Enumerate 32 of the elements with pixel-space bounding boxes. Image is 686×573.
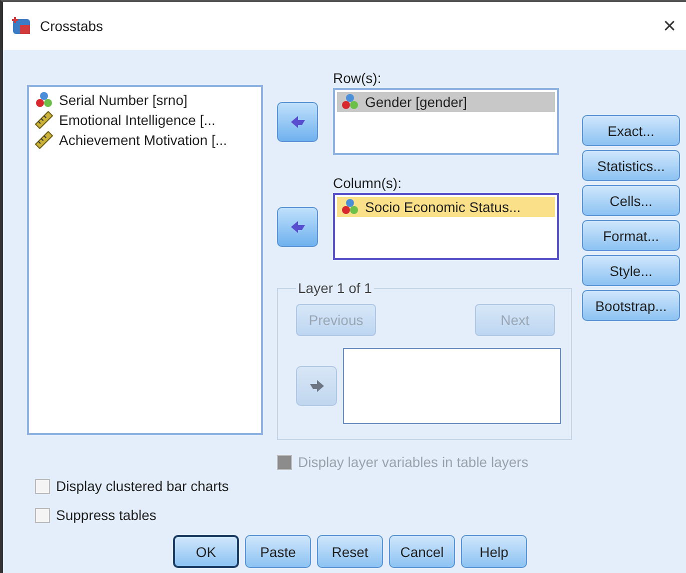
dialog-button[interactable]: OK [173,535,239,568]
move-button[interactable] [277,102,318,142]
nominal-variable-icon [341,93,359,111]
target-label: Column(s): [333,175,402,191]
option-button[interactable]: Bootstrap... [582,290,680,321]
move-button[interactable] [277,206,318,246]
group-title: Layer 1 of 1 [297,280,373,296]
option-button[interactable]: Statistics... [582,150,680,181]
dialog-button[interactable]: Cancel [389,535,455,568]
variable-item[interactable]: Achievement Motivation [... [35,131,255,149]
option-checkbox[interactable]: Display clustered bar charts [35,478,680,494]
option-button[interactable]: Style... [582,255,680,286]
dialog-button[interactable]: Help [461,535,527,568]
target-item[interactable]: Gender [gender] [337,92,555,112]
target-label: Row(s): [333,70,382,86]
nominal-variable-icon [341,198,359,216]
variable-item[interactable]: Serial Number [srno] [35,91,255,109]
left-arrow-icon [288,114,306,128]
right-arrow-icon [308,379,326,393]
variable-item[interactable]: Emotional Intelligence [... [35,111,255,129]
left-arrow-icon [288,220,306,234]
window-title: Crosstabs [40,18,104,34]
option-button[interactable]: Cells... [582,185,680,216]
dialog-button[interactable]: Reset [317,535,383,568]
dialog-button[interactable]: Paste [245,535,311,568]
app-icon [12,16,32,36]
option-button[interactable]: Format... [582,220,680,251]
option-button[interactable]: Exact... [582,115,680,146]
close-button[interactable]: × [663,13,676,39]
target-item[interactable]: Socio Economic Status... [337,197,555,217]
option-checkbox[interactable]: Suppress tables [35,507,680,523]
nominal-variable-icon [35,91,53,109]
